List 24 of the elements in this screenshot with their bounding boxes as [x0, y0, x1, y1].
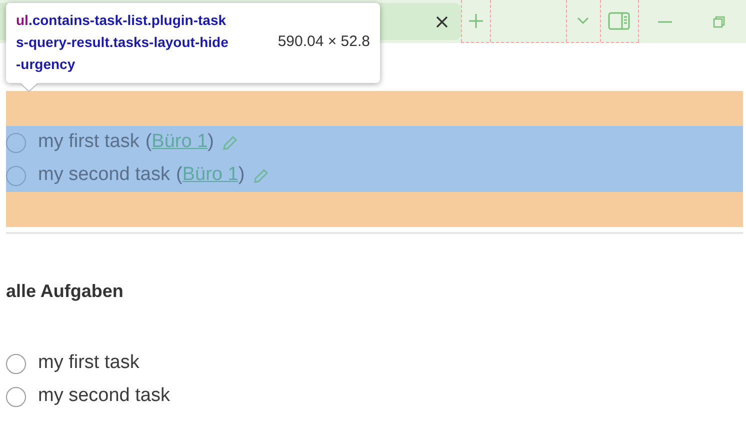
plus-icon	[468, 13, 484, 29]
note-link[interactable]: Büro 1	[152, 131, 208, 152]
minimize-icon	[658, 20, 672, 22]
close-icon[interactable]	[434, 14, 449, 28]
note-link[interactable]: Büro 1	[182, 164, 238, 186]
sidebar-icon	[608, 12, 630, 30]
task-text: my first task	[38, 130, 140, 154]
task-text: my second task	[38, 384, 170, 408]
pencil-icon[interactable]	[252, 168, 269, 184]
section-heading: alle Aufgaben	[6, 280, 124, 303]
task-backlink: (Büro 1)	[145, 130, 214, 154]
size-text: 590.04 × 52.8	[278, 32, 370, 52]
task-text: my first task	[38, 351, 140, 376]
checkbox[interactable]	[6, 386, 26, 406]
task-backlink: (Büro 1)	[176, 163, 245, 188]
checkbox[interactable]	[6, 166, 26, 186]
selector-text: ul.contains-task-list.plugin-task s-query-result.tasks-layout-hide -urgency	[16, 11, 230, 74]
restore-icon	[713, 16, 726, 28]
checkbox[interactable]	[6, 354, 26, 374]
new-tab-button[interactable]	[460, 0, 491, 42]
task-text: my second task	[38, 163, 170, 188]
pencil-icon[interactable]	[222, 134, 238, 150]
chevron-down-icon	[577, 17, 590, 25]
checkbox[interactable]	[6, 132, 26, 152]
